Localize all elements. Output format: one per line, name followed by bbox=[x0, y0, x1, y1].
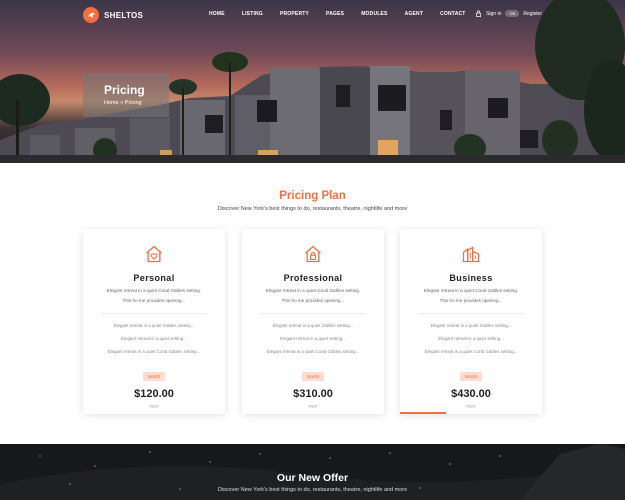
lock-icon bbox=[476, 10, 482, 17]
top-navbar: SHELTOS HOME LISTING PROPERTY PAGES MODU… bbox=[0, 0, 625, 28]
hero-banner: SHELTOS HOME LISTING PROPERTY PAGES MODU… bbox=[0, 0, 625, 163]
divider bbox=[418, 313, 524, 314]
register-link[interactable]: Register bbox=[523, 11, 542, 17]
price-per-label: PER bbox=[149, 404, 159, 409]
pricing-section-title: Pricing Plan bbox=[279, 190, 346, 202]
buildings-icon bbox=[462, 246, 480, 263]
price-per-label: PER bbox=[466, 404, 476, 409]
or-separator: OR bbox=[505, 10, 520, 17]
page-title-box: Pricing Home » Pricing bbox=[83, 73, 169, 117]
billing-period-badge: Month bbox=[459, 372, 483, 381]
plan-name: Personal bbox=[133, 273, 175, 283]
breadcrumb[interactable]: Home » Pricing bbox=[104, 100, 169, 106]
main-nav: HOME LISTING PROPERTY PAGES MODULES AGEN… bbox=[209, 11, 483, 17]
plan-description: Elegant retreat in a quiet Coral Gables … bbox=[265, 288, 361, 303]
pricing-card-business[interactable]: Business Elegant retreat in a quiet Cora… bbox=[400, 229, 542, 414]
feature-item: Elegant retreat in a quiet Coral Gables … bbox=[424, 349, 518, 354]
divider bbox=[101, 313, 207, 314]
brand-name: SHELTOS bbox=[104, 10, 144, 20]
feature-item: Elegant retreat in a quiet Gables settin… bbox=[113, 323, 195, 328]
plan-name: Professional bbox=[283, 273, 343, 283]
pricing-card-personal[interactable]: Personal Elegant retreat in a quiet Cora… bbox=[83, 229, 225, 414]
feature-item: Elegant retreat in a quiet setting... bbox=[121, 336, 187, 341]
plan-features: Elegant retreat in a quiet Gables settin… bbox=[242, 319, 384, 358]
billing-period-badge: Month bbox=[301, 372, 325, 381]
nav-item-listing[interactable]: LISTING bbox=[242, 11, 263, 17]
price-per-label: PER bbox=[308, 404, 318, 409]
offer-section-title: Our New Offer bbox=[276, 472, 349, 484]
bird-logo-icon bbox=[83, 7, 99, 23]
auth-links: Sign in OR Register bbox=[475, 10, 542, 17]
nav-item-agent[interactable]: AGENT bbox=[405, 11, 424, 17]
feature-item: Elegant retreat in a quiet setting... bbox=[280, 336, 346, 341]
nav-item-property[interactable]: PROPERTY bbox=[280, 11, 309, 17]
billing-period-badge: Month bbox=[142, 372, 166, 381]
nav-item-modules[interactable]: MODULES bbox=[361, 11, 387, 17]
plan-features: Elegant retreat in a quiet Gables settin… bbox=[400, 319, 542, 358]
offer-section: Our New Offer Discover New York's best t… bbox=[0, 444, 625, 500]
plan-price: $120.00 bbox=[134, 388, 174, 400]
plan-name: Business bbox=[449, 273, 493, 283]
feature-item: Elegant retreat in a quiet Coral Gables … bbox=[107, 349, 201, 354]
plan-description: Elegant retreat in a quiet Coral Gables … bbox=[106, 288, 202, 303]
plan-price: $430.00 bbox=[451, 388, 491, 400]
feature-item: Elegant retreat in a quiet Gables settin… bbox=[430, 323, 512, 328]
feature-item: Elegant retreat in a quiet Coral Gables … bbox=[266, 349, 360, 354]
offer-section-subtitle: Discover New York's best things to do, r… bbox=[217, 487, 408, 493]
plan-description: Elegant retreat in a quiet Coral Gables … bbox=[423, 288, 519, 303]
page-title: Pricing bbox=[104, 83, 145, 97]
pricing-section-subtitle: Discover New York's best things to do, r… bbox=[217, 206, 408, 212]
home-heart-icon bbox=[146, 245, 162, 263]
feature-item: Elegant retreat in a quiet setting... bbox=[438, 336, 504, 341]
nav-item-pages[interactable]: PAGES bbox=[326, 11, 344, 17]
nav-item-home[interactable]: HOME bbox=[209, 11, 225, 17]
signin-link[interactable]: Sign in bbox=[486, 11, 501, 17]
plan-features: Elegant retreat in a quiet Gables settin… bbox=[83, 319, 225, 358]
plan-price: $310.00 bbox=[293, 388, 333, 400]
feature-item: Elegant retreat in a quiet Gables settin… bbox=[272, 323, 354, 328]
divider bbox=[260, 313, 366, 314]
card-active-indicator bbox=[400, 412, 446, 414]
nav-item-contact[interactable]: CONTACT bbox=[440, 11, 465, 17]
home-lock-icon bbox=[305, 245, 321, 263]
pricing-card-professional[interactable]: Professional Elegant retreat in a quiet … bbox=[242, 229, 384, 414]
brand-logo[interactable]: SHELTOS bbox=[83, 7, 143, 23]
